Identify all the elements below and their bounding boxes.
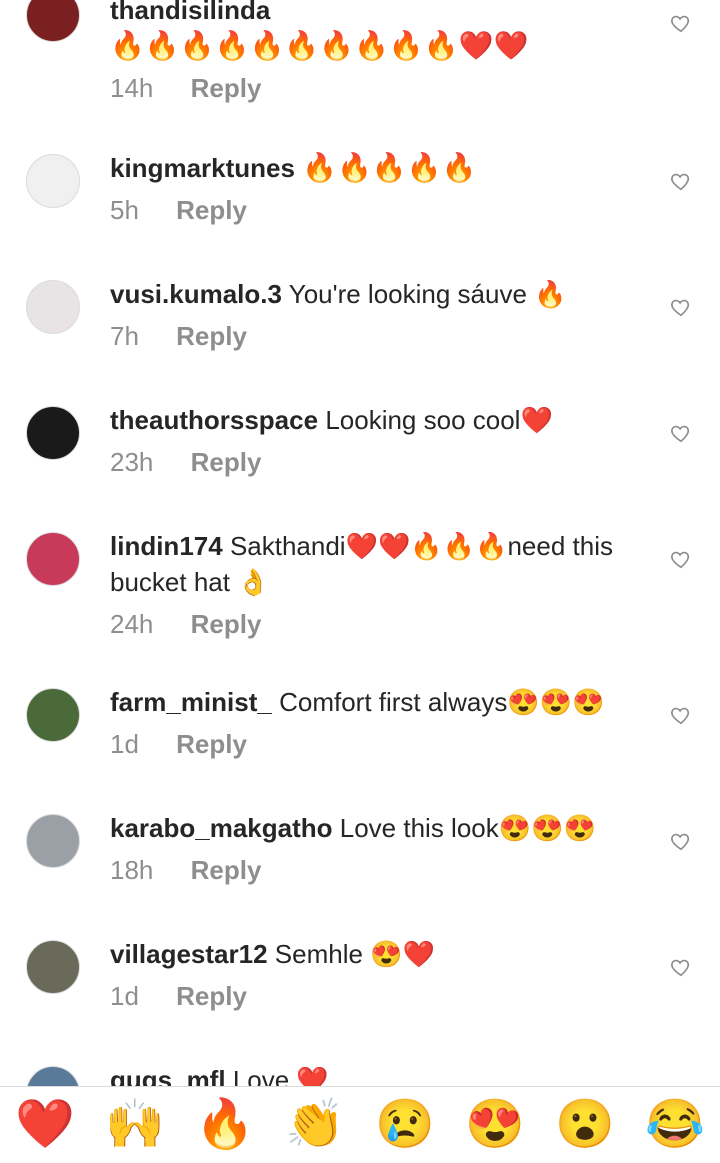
avatar[interactable] xyxy=(26,0,80,42)
avatar[interactable] xyxy=(26,940,80,994)
comment-username[interactable]: karabo_makgatho xyxy=(110,813,333,843)
reaction-fire-button[interactable]: 🔥 xyxy=(195,1095,255,1155)
reaction-clap-button[interactable]: 👏 xyxy=(285,1095,345,1155)
comment-time: 1d xyxy=(110,729,139,759)
like-heart-icon[interactable] xyxy=(670,830,692,852)
comment-meta: 14h Reply xyxy=(110,70,635,106)
reply-button[interactable]: Reply xyxy=(191,609,262,639)
reply-button[interactable]: Reply xyxy=(176,981,247,1011)
comment-username[interactable]: vusi.kumalo.3 xyxy=(110,279,282,309)
like-heart-icon[interactable] xyxy=(670,704,692,726)
reaction-crying-button[interactable]: 😢 xyxy=(375,1095,435,1155)
comment-meta: 18h Reply xyxy=(110,852,635,888)
comment-time: 14h xyxy=(110,73,154,103)
reply-button[interactable]: Reply xyxy=(191,73,262,103)
like-heart-icon[interactable] xyxy=(670,170,692,192)
comment-body: vusi.kumalo.3 You're looking sáuve 🔥 7h … xyxy=(110,276,635,354)
comment-time: 5h xyxy=(110,195,139,225)
comment-text: Comfort first always😍😍😍 xyxy=(279,687,605,717)
comment-text: 🔥🔥🔥🔥🔥 xyxy=(302,152,477,183)
reply-button[interactable]: Reply xyxy=(191,855,262,885)
comment-text: Love this look😍😍😍 xyxy=(339,813,596,843)
comment-body: theauthorsspace Looking soo cool❤️ 23h R… xyxy=(110,402,635,480)
comment-meta: 1d Reply xyxy=(110,726,635,762)
comment-time: 24h xyxy=(110,609,154,639)
comment-username[interactable]: villagestar12 xyxy=(110,939,268,969)
comment-body: gugs_mfl Love ❤️ xyxy=(110,1062,635,1086)
comment-body: villagestar12 Semhle 😍❤️ 1d Reply xyxy=(110,936,635,1014)
comment-username[interactable]: thandisilinda xyxy=(110,0,270,25)
reply-button[interactable]: Reply xyxy=(176,729,247,759)
avatar[interactable] xyxy=(26,532,80,586)
like-heart-icon[interactable] xyxy=(670,956,692,978)
reaction-surprised-button[interactable]: 😮 xyxy=(555,1095,615,1155)
avatar[interactable] xyxy=(26,1066,80,1086)
like-heart-icon[interactable] xyxy=(670,296,692,318)
comment-username[interactable]: gugs_mfl xyxy=(110,1065,226,1086)
comment-text: Looking soo cool❤️ xyxy=(325,405,553,435)
comment-meta: 1d Reply xyxy=(110,978,635,1014)
quick-reaction-bar: ❤️ 🙌 🔥 👏 😢 😍 😮 😂 xyxy=(0,1086,720,1163)
comment-meta: 23h Reply xyxy=(110,444,635,480)
comment-body: kingmarktunes 🔥🔥🔥🔥🔥 5h Reply xyxy=(110,150,635,228)
comment-body: thandisilinda 🔥🔥🔥🔥🔥🔥🔥🔥🔥🔥❤️❤️ 14h Reply xyxy=(110,0,635,106)
reaction-heart-button[interactable]: ❤️ xyxy=(15,1095,75,1155)
avatar[interactable] xyxy=(26,406,80,460)
comment-body: lindin174 Sakthandi❤️❤️🔥🔥🔥need this buck… xyxy=(110,528,635,642)
reply-button[interactable]: Reply xyxy=(176,321,247,351)
reply-button[interactable]: Reply xyxy=(176,195,247,225)
avatar[interactable] xyxy=(26,688,80,742)
comment-body: karabo_makgatho Love this look😍😍😍 18h Re… xyxy=(110,810,635,888)
avatar[interactable] xyxy=(26,814,80,868)
like-heart-icon[interactable] xyxy=(670,548,692,570)
comment-text: You're looking sáuve 🔥 xyxy=(288,279,567,309)
reaction-heart-eyes-button[interactable]: 😍 xyxy=(465,1095,525,1155)
comments-list: thandisilinda 🔥🔥🔥🔥🔥🔥🔥🔥🔥🔥❤️❤️ 14h Reply k… xyxy=(0,0,720,1086)
comment-time: 1d xyxy=(110,981,139,1011)
comment-username[interactable]: lindin174 xyxy=(110,531,223,561)
avatar[interactable] xyxy=(26,280,80,334)
like-heart-icon[interactable] xyxy=(670,12,692,34)
like-heart-icon[interactable] xyxy=(670,422,692,444)
comment-username[interactable]: farm_minist_ xyxy=(110,687,272,717)
comment-meta: 24h Reply xyxy=(110,606,635,642)
avatar[interactable] xyxy=(26,154,80,208)
reaction-raised-hands-button[interactable]: 🙌 xyxy=(105,1095,165,1155)
comment-time: 23h xyxy=(110,447,154,477)
comment-username[interactable]: kingmarktunes xyxy=(110,153,295,183)
comment-body: farm_minist_ Comfort first always😍😍😍 1d … xyxy=(110,684,635,762)
comment-text: 🔥🔥🔥🔥🔥🔥🔥🔥🔥🔥❤️❤️ xyxy=(110,30,529,61)
comment-text: Love ❤️ xyxy=(232,1065,329,1086)
reply-button[interactable]: Reply xyxy=(191,447,262,477)
reaction-laughing-button[interactable]: 😂 xyxy=(645,1095,705,1155)
comment-meta: 5h Reply xyxy=(110,192,635,228)
comment-time: 18h xyxy=(110,855,154,885)
comment-meta: 7h Reply xyxy=(110,318,635,354)
comment-username[interactable]: theauthorsspace xyxy=(110,405,318,435)
comment-text: Semhle 😍❤️ xyxy=(274,939,435,969)
comment-time: 7h xyxy=(110,321,139,351)
